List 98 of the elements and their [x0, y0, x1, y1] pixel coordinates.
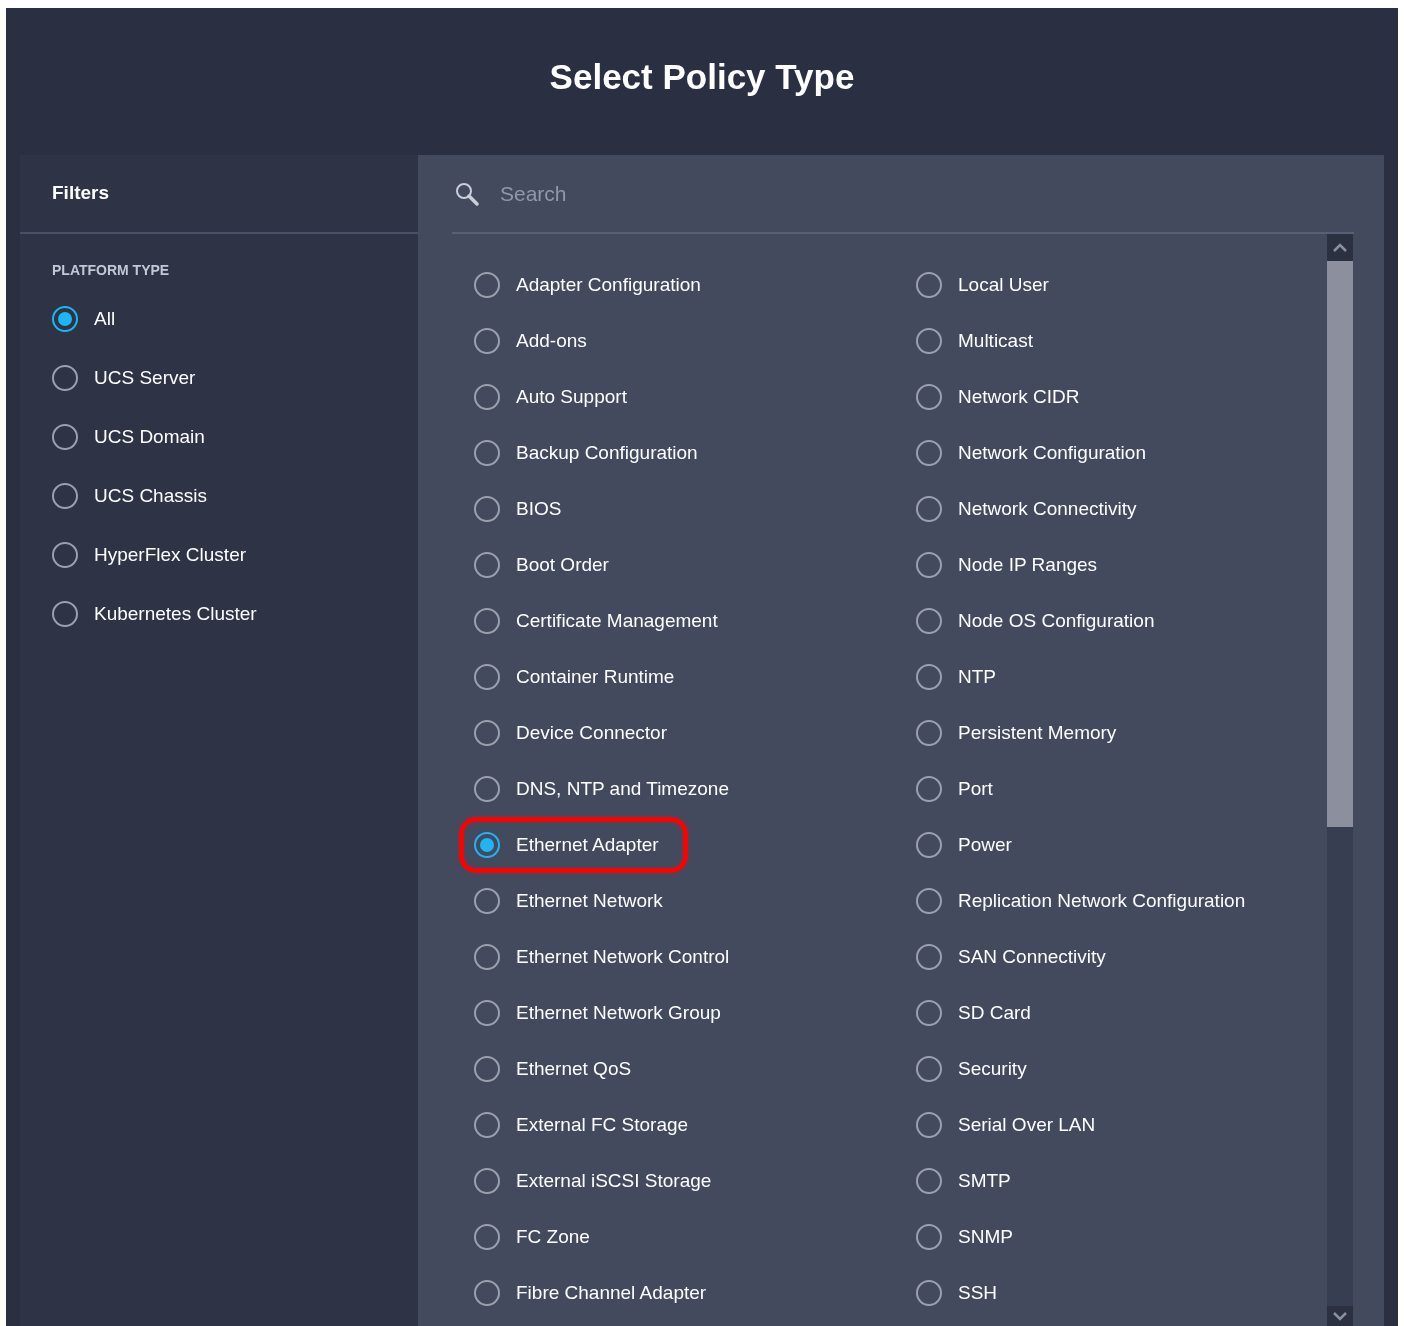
scrollbar-thumb[interactable]	[1327, 261, 1353, 827]
radio-button[interactable]	[52, 424, 78, 450]
policy-type-label[interactable]: Auto Support	[516, 382, 627, 412]
radio-button[interactable]	[916, 720, 942, 746]
radio-button[interactable]	[916, 944, 942, 970]
radio-button[interactable]	[52, 365, 78, 391]
filter-option-label[interactable]: UCS Server	[94, 363, 196, 393]
policy-type-label[interactable]: Ethernet Network	[516, 886, 663, 916]
filter-option-label[interactable]: UCS Domain	[94, 422, 205, 452]
policy-type-label[interactable]: Ethernet Network Control	[516, 942, 730, 972]
policy-type-label[interactable]: Serial Over LAN	[958, 1110, 1096, 1140]
radio-button[interactable]	[916, 1056, 942, 1082]
radio-button[interactable]	[474, 1000, 500, 1026]
radio-button[interactable]	[474, 552, 500, 578]
dialog-title: Select Policy Type	[549, 56, 855, 99]
radio-button[interactable]	[916, 1224, 942, 1250]
radio-button[interactable]	[916, 1112, 942, 1138]
radio-button[interactable]	[474, 496, 500, 522]
policy-type-label[interactable]: SMTP	[958, 1166, 1011, 1196]
highlighted-policy-option[interactable]: Ethernet Adapter	[474, 832, 673, 858]
radio-button[interactable]	[474, 720, 500, 746]
policy-type-label[interactable]: Adapter Configuration	[516, 270, 701, 300]
radio-button[interactable]	[916, 608, 942, 634]
chevron-up-icon[interactable]	[1333, 243, 1347, 252]
radio-button[interactable]	[474, 776, 500, 802]
policy-type-label[interactable]: Node IP Ranges	[958, 550, 1098, 580]
policy-type-label[interactable]: SSH	[958, 1278, 998, 1308]
radio-button[interactable]	[474, 888, 500, 914]
radio-button[interactable]	[474, 664, 500, 690]
filters-heading: Filters	[52, 181, 110, 206]
policy-type-label[interactable]: Network Configuration	[958, 438, 1146, 468]
radio-button[interactable]	[52, 483, 78, 509]
radio-button[interactable]	[916, 776, 942, 802]
radio-button[interactable]	[916, 440, 942, 466]
search-field[interactable]: Search	[500, 177, 1354, 210]
radio-button[interactable]	[916, 328, 942, 354]
policy-type-label[interactable]: Multicast	[958, 326, 1033, 356]
policy-type-label[interactable]: SAN Connectivity	[958, 942, 1106, 972]
radio-button[interactable]	[474, 328, 500, 354]
radio-button[interactable]	[916, 496, 942, 522]
radio-button[interactable]	[916, 1168, 942, 1194]
radio-button[interactable]	[916, 272, 942, 298]
filter-option-label[interactable]: All	[94, 304, 116, 334]
chevron-down-icon[interactable]	[1333, 1311, 1347, 1321]
policy-type-label[interactable]: BIOS	[516, 494, 562, 524]
radio-button[interactable]	[916, 384, 942, 410]
policy-type-label[interactable]: Replication Network Configuration	[958, 886, 1246, 916]
policy-type-label[interactable]: External iSCSI Storage	[516, 1166, 712, 1196]
radio-button[interactable]	[52, 306, 78, 332]
radio-button[interactable]	[474, 1056, 500, 1082]
filter-option-label[interactable]: HyperFlex Cluster	[94, 540, 247, 570]
policy-type-label[interactable]: Ethernet QoS	[516, 1054, 632, 1084]
radio-button[interactable]	[474, 1280, 500, 1306]
radio-button[interactable]	[474, 832, 500, 858]
policy-type-label[interactable]: Power	[958, 830, 1012, 860]
policy-type-label[interactable]: NTP	[958, 662, 996, 692]
radio-button[interactable]	[474, 1112, 500, 1138]
policy-type-label[interactable]: DNS, NTP and Timezone	[516, 774, 729, 804]
radio-button[interactable]	[916, 552, 942, 578]
policy-type-label[interactable]: Security	[958, 1054, 1027, 1084]
policy-type-label[interactable]: Network CIDR	[958, 382, 1080, 412]
radio-button[interactable]	[916, 664, 942, 690]
policy-type-label[interactable]: Node OS Configuration	[958, 606, 1155, 636]
radio-button[interactable]	[474, 1224, 500, 1250]
radio-button[interactable]	[916, 832, 942, 858]
radio-button[interactable]	[474, 272, 500, 298]
policy-type-label[interactable]: FC Zone	[516, 1222, 590, 1252]
policy-type-label[interactable]: Device Connector	[516, 718, 668, 748]
section-heading: PLATFORM TYPE	[52, 261, 171, 280]
radio-button[interactable]	[916, 1280, 942, 1306]
scrollbar[interactable]	[1327, 234, 1353, 1326]
policy-type-label[interactable]: Add-ons	[516, 326, 587, 356]
policy-type-label[interactable]: Certificate Management	[516, 606, 718, 636]
policy-type-label[interactable]: Network Connectivity	[958, 494, 1137, 524]
filter-option-label[interactable]: UCS Chassis	[94, 481, 207, 511]
radio-button[interactable]	[474, 608, 500, 634]
radio-button[interactable]	[474, 1168, 500, 1194]
policy-type-label[interactable]: SNMP	[958, 1222, 1013, 1252]
policy-type-label[interactable]: SD Card	[958, 998, 1031, 1028]
search-icon	[454, 180, 480, 207]
radio-button[interactable]	[474, 944, 500, 970]
policy-type-label[interactable]: Backup Configuration	[516, 438, 698, 468]
filter-option-label[interactable]: Kubernetes Cluster	[94, 599, 257, 629]
policy-type-label[interactable]: Fibre Channel Adapter	[516, 1278, 707, 1308]
radio-button[interactable]	[474, 440, 500, 466]
policy-type-label[interactable]: Ethernet Adapter	[516, 830, 659, 860]
radio-button[interactable]	[916, 888, 942, 914]
policy-type-label[interactable]: Container Runtime	[516, 662, 675, 692]
policy-type-label[interactable]: Persistent Memory	[958, 718, 1117, 748]
policy-type-label[interactable]: Ethernet Network Group	[516, 998, 721, 1028]
radio-button[interactable]	[52, 542, 78, 568]
policy-type-label[interactable]: Local User	[958, 270, 1049, 300]
policy-type-label[interactable]: External FC Storage	[516, 1110, 689, 1140]
policy-type-label[interactable]: Port	[958, 774, 993, 804]
radio-button[interactable]	[474, 384, 500, 410]
policy-type-label[interactable]: Boot Order	[516, 550, 609, 580]
radio-button[interactable]	[52, 601, 78, 627]
radio-button[interactable]	[916, 1000, 942, 1026]
